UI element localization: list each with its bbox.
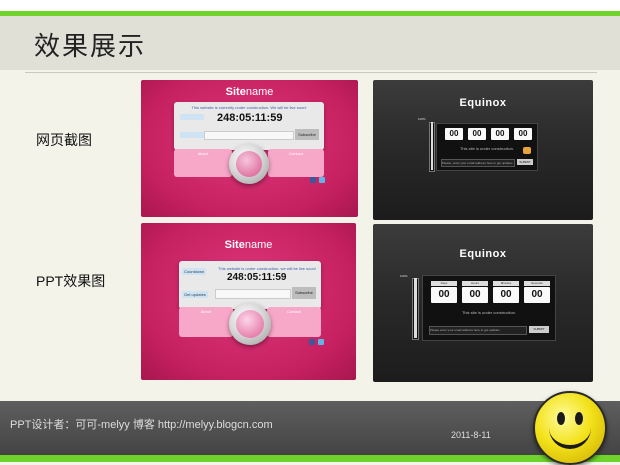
seconds-digit: 00 [524,287,550,303]
days-digit: 00 [445,128,463,140]
about-card-label: About [197,151,209,156]
hours-label: Hours [462,281,488,286]
days-digit: 00 [431,287,457,303]
site-name: Sitename [224,239,273,251]
construction-text: This site is under construction. [461,310,517,315]
progress-percent: 100% [400,274,408,278]
minutes-digit: 00 [491,128,509,140]
equinox-site-screenshot-bottom: Equinox 100% Days Hours Minutes Seconds … [373,224,593,382]
hours-digit: 00 [462,287,488,303]
email-input[interactable]: Please enter your email address here to … [429,326,527,335]
email-input[interactable] [215,289,291,299]
subscribe-button[interactable]: Subscribe [292,287,316,299]
seconds-digit: 00 [514,128,532,140]
footer-bar: PPT设计者：可可-melyy 博客 http://melyy.blogcn.c… [0,401,620,455]
equinox-brand: Equinox [459,248,507,260]
contact-card-label: Contact [287,309,301,314]
subscribe-button[interactable]: Subscribe [295,129,319,140]
countdown-tag [180,114,204,120]
site-name: Sitename [225,86,274,98]
construction-text: This site is under construction. [459,146,515,151]
title-divider [25,72,597,73]
row-label-ppt-preview: PPT效果图 [36,273,106,289]
facebook-icon[interactable] [309,339,315,345]
contact-card: Contact [267,307,321,337]
facebook-icon[interactable] [310,177,316,183]
countdown-card: Countdown This website is under construc… [179,261,321,309]
clock-icon [229,303,271,345]
seconds-label: Seconds [524,281,550,286]
clock-face [236,151,262,177]
smiley-mouth [549,423,591,449]
smiley-face-icon [533,391,607,465]
submit-button[interactable]: SUBMIT [517,159,533,165]
countdown-label: Countdown [182,268,207,275]
clock-face [236,310,264,338]
designer-credit: PPT设计者：可可-melyy 博客 http://melyy.blogcn.c… [10,419,273,431]
email-input[interactable]: Please, enter your email address here to… [441,159,515,167]
progress-bar [429,122,435,172]
submit-button[interactable]: SUBMIT [529,326,549,333]
equinox-site-screenshot-top: Equinox 100% 00 00 00 00 This site is un… [373,80,593,220]
countdown-card: This website is currently under construc… [174,102,324,150]
equinox-brand: Equinox [459,97,507,109]
progress-bar-fill [431,122,433,170]
twitter-icon[interactable] [319,177,325,183]
updates-tag [180,132,204,138]
about-card: About [179,307,233,337]
rss-icon[interactable] [523,147,531,154]
about-card: About [174,149,232,177]
minutes-digit: 00 [493,287,519,303]
construction-notice: This website is under construction. we w… [218,266,316,271]
construction-notice: This website is currently under construc… [191,105,307,110]
footer-date: 2011-8-11 [451,430,491,440]
email-input[interactable] [204,131,294,140]
days-label: Days [431,281,457,286]
title-bar: 效果展示 [0,16,620,70]
progress-bar [412,278,419,340]
countdown-timer: 248:05:11:59 [217,112,283,124]
progress-percent: 100% [418,117,426,121]
countdown-timer: 248:05:11:59 [227,272,287,283]
twitter-icon[interactable] [318,339,324,345]
top-white-band [0,0,620,11]
contact-card: Contact [268,149,324,177]
clock-icon [229,144,269,184]
slide-title: 效果展示 [34,32,147,62]
contact-card-label: Contact [289,151,303,156]
row-label-web-screenshot: 网页截图 [36,132,92,148]
progress-bar-fill [414,278,417,338]
bottom-green-stripe [0,455,620,462]
countdown-box: Days Hours Minutes Seconds 00 00 00 00 T… [422,275,556,341]
minutes-label: Minutes [493,281,519,286]
hours-digit: 00 [468,128,486,140]
about-card-label: About [200,309,212,314]
pink-site-screenshot-top: Sitename This website is currently under… [141,80,358,217]
pink-site-screenshot-bottom: Sitename Countdown This website is under… [141,223,356,380]
get-updates-label: Get updates [182,291,208,298]
